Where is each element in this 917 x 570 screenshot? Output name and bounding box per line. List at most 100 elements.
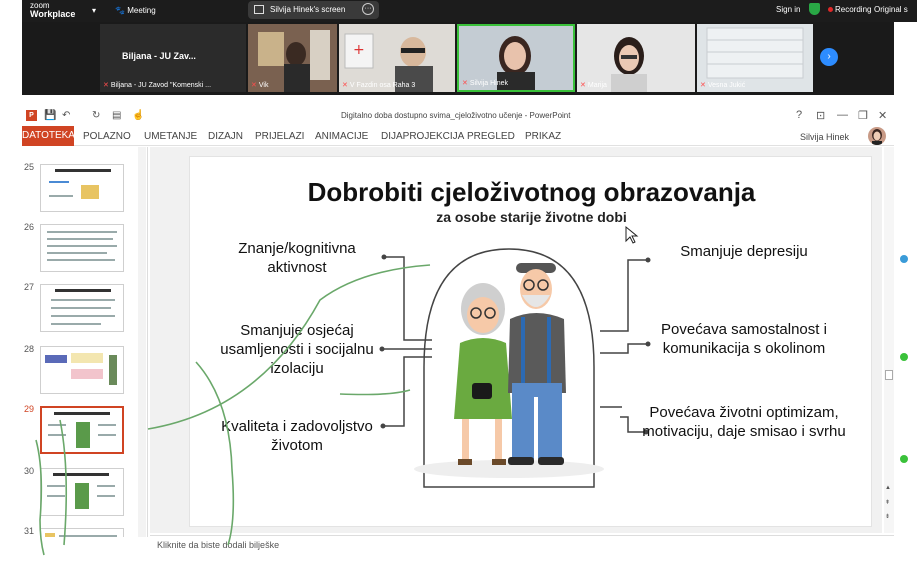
slide-thumbnail-active[interactable] [40, 406, 124, 454]
notes-pane[interactable]: Kliknite da biste dodali bilješke [150, 535, 894, 555]
thumb-number: 30 [24, 466, 35, 476]
mic-muted-icon: ✕ [251, 82, 257, 89]
participant-name: ✕ Biljana - JU Zavod "Komenski ... [103, 82, 212, 89]
screen: zoom Workplace ▾ 🐾 Meeting Silvija Hinek… [0, 0, 917, 570]
thumb-number: 27 [24, 282, 35, 292]
slide-thumbnail[interactable] [40, 284, 124, 332]
slide-canvas[interactable]: Dobrobiti cjeloživotnog obrazovanja za o… [189, 156, 872, 527]
more-options-icon[interactable]: ··· [362, 3, 374, 15]
mic-muted-icon: ✕ [103, 82, 109, 89]
touch-mode-icon[interactable]: ☝ [132, 110, 144, 121]
scrollbar-thumb[interactable] [885, 370, 893, 380]
participant-name: ✕ Vik [251, 82, 269, 89]
recording-indicator[interactable]: Recording [828, 5, 871, 14]
zoom-top-bar: zoom Workplace ▾ 🐾 Meeting Silvija Hinek… [22, 0, 917, 22]
document-title: Digitalno doba dostupno svima_cjeloživot… [341, 111, 571, 120]
thumb-number: 28 [24, 344, 35, 354]
restore-icon[interactable]: ❐ [858, 109, 868, 122]
slideshow-icon[interactable]: ▤ [112, 110, 121, 121]
mic-muted-icon: ✕ [342, 82, 348, 89]
save-icon[interactable]: 💾 [44, 110, 56, 121]
mic-muted-icon: ✕ [462, 80, 468, 87]
benefit-left-3[interactable]: Kvaliteta i zadovoljstvo životom [212, 417, 382, 455]
slide-thumbnails-pane: 25 26 27 28 29 30 31 [22, 147, 148, 537]
tab-review[interactable]: PREGLED [467, 131, 515, 142]
participant-tile[interactable]: Biljana - JU Zav... ✕ Biljana - JU Zavod … [100, 24, 246, 92]
tab-view[interactable]: PRIKAZ [525, 131, 561, 142]
zoom-brand[interactable]: zoom Workplace [30, 1, 75, 19]
avatar[interactable] [868, 127, 886, 145]
next-page-button[interactable]: › [820, 48, 838, 66]
slide-thumbnail[interactable] [40, 468, 124, 516]
participant-name: ✕ Vesna Jukić [700, 82, 746, 89]
benefit-right-3[interactable]: Povećava životni optimizam, motivaciju, … [632, 403, 856, 441]
screen-share-icon [254, 5, 264, 14]
thumbnail-scrollbar[interactable] [138, 147, 146, 537]
slide-editing-area: Dobrobiti cjeloživotnog obrazovanja za o… [150, 147, 882, 533]
edge-marker-icon [900, 353, 908, 361]
meeting-icon: 🐾 [115, 6, 125, 15]
undo-icon[interactable]: ↶ [62, 110, 70, 121]
user-name[interactable]: Silvija Hinek [800, 132, 849, 142]
thumb-number-active: 29 [24, 404, 35, 414]
slide-thumbnail[interactable] [40, 346, 124, 394]
svg-text:+: + [353, 42, 365, 58]
left-margin [0, 0, 22, 570]
participant-name: ✕ Silvija Hinek [462, 80, 508, 87]
slide-thumbnail[interactable] [40, 164, 124, 212]
prev-slide-icon[interactable]: ⇞ [885, 499, 890, 506]
participant-tile[interactable]: + ✕ V Fazdin osa Raha 3 [339, 24, 455, 92]
participant-tile[interactable]: ✕ Vik [248, 24, 337, 92]
grandma-illustration [454, 283, 512, 465]
thumb-number: 31 [24, 526, 35, 536]
ribbon-display-icon[interactable]: ⊡ [816, 109, 825, 122]
next-slide-icon[interactable]: ⇟ [885, 513, 890, 520]
help-icon[interactable]: ? [796, 109, 802, 121]
chevron-right-icon: › [827, 51, 831, 62]
recording-label: Recording [835, 5, 872, 14]
sign-in-link[interactable]: Sign in [776, 5, 800, 14]
tab-transitions[interactable]: PRIJELAZI [255, 131, 304, 142]
thumb-number: 25 [24, 162, 35, 172]
benefit-left-1[interactable]: Znanje/kognitivna aktivnost [212, 239, 382, 277]
powerpoint-logo-icon: P [26, 110, 37, 121]
tab-file[interactable]: DATOTEKA [22, 126, 75, 146]
participant-big-label: Biljana - JU Zav... [122, 51, 196, 61]
tab-insert[interactable]: UMETANJE [144, 131, 197, 142]
participant-name: ✕ V Fazdin osa Raha 3 [342, 82, 416, 89]
slide-thumbnail[interactable] [40, 224, 124, 272]
meeting-label: Meeting [127, 6, 156, 15]
mic-muted-icon: ✕ [700, 82, 706, 89]
slide-scrollbar[interactable]: ▲ ⇞ ⇟ [884, 147, 894, 533]
scroll-up-icon[interactable]: ▲ [885, 485, 891, 491]
benefit-right-2[interactable]: Povećava samostalnost i komunikacija s o… [649, 320, 839, 358]
tab-animations[interactable]: ANIMACIJE [315, 131, 368, 142]
benefit-left-2[interactable]: Smanjuje osjećaj usamljenosti i socijaln… [212, 321, 382, 378]
powerpoint-window: P 💾 ↶ ↻ ▤ ☝ Digitalno doba dostupno svim… [22, 107, 894, 555]
slide-thumbnail[interactable] [40, 528, 124, 537]
benefit-right-1[interactable]: Smanjuje depresiju [664, 242, 824, 261]
share-screen-indicator[interactable]: Silvija Hinek's screen ··· [248, 1, 379, 19]
tab-design[interactable]: DIZAJN [208, 131, 243, 142]
notes-placeholder[interactable]: Kliknite da biste dodali bilješke [157, 540, 279, 550]
grandpa-illustration [508, 263, 566, 465]
record-dot-icon [828, 7, 833, 12]
participant-tile-active[interactable]: ✕ Silvija Hinek [457, 24, 575, 92]
edge-marker-icon [900, 255, 908, 263]
redo-icon[interactable]: ↻ [92, 110, 100, 121]
meeting-menu[interactable]: 🐾 Meeting [115, 6, 156, 15]
participant-tile[interactable]: ✕ Marija [577, 24, 695, 92]
close-icon[interactable]: ✕ [878, 109, 887, 122]
original-sound-toggle[interactable]: Original s [874, 5, 908, 14]
participant-tile[interactable]: ✕ Vesna Jukić [697, 24, 813, 92]
right-margin [894, 22, 917, 570]
edge-marker-icon [900, 455, 908, 463]
participants-strip: Biljana - JU Zav... ✕ Biljana - JU Zavod … [22, 22, 894, 95]
title-bar: P 💾 ↶ ↻ ▤ ☝ Digitalno doba dostupno svim… [22, 107, 894, 125]
shield-icon[interactable] [809, 3, 820, 15]
tab-home[interactable]: POLAZNO [83, 131, 131, 142]
minimize-icon[interactable]: — [837, 109, 848, 121]
chevron-down-icon[interactable]: ▾ [92, 6, 96, 15]
tab-slideshow[interactable]: DIJAPROJEKCIJA [381, 131, 464, 142]
thumb-number: 26 [24, 222, 35, 232]
